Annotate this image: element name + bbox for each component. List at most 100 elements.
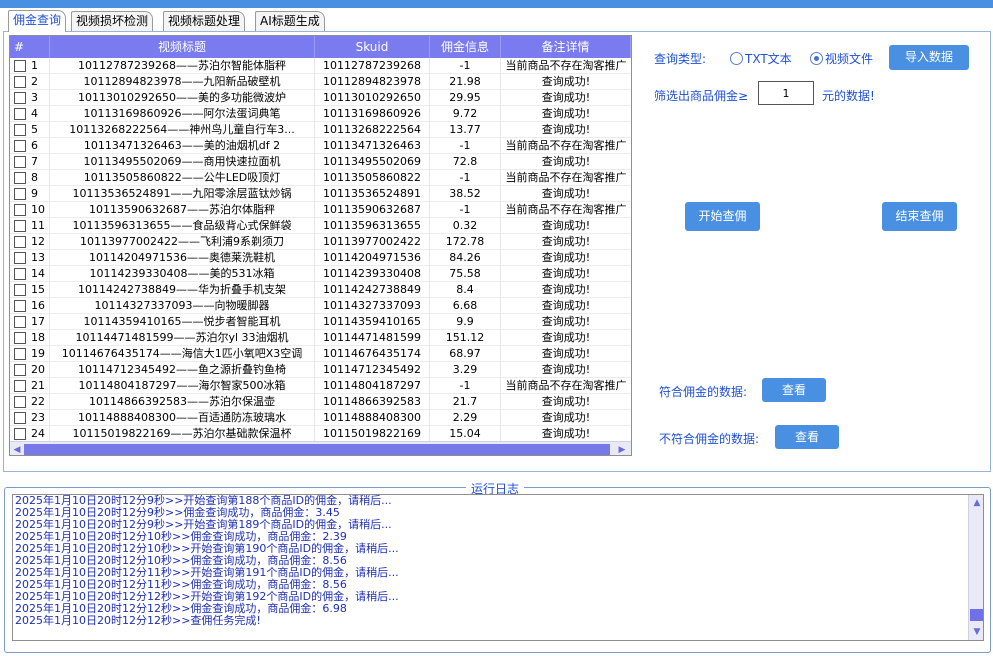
row-checkbox[interactable]	[14, 219, 26, 232]
row-checkbox[interactable]	[14, 59, 26, 72]
skuid-cell: 10114712345492	[315, 362, 430, 378]
table-row[interactable]: 7 10113495502069——商用快速拉面机 10113495502069 72…	[10, 154, 631, 170]
table-row[interactable]: 24 10115019822169——苏泊尔基础款保温杯 1011501982216…	[10, 426, 631, 442]
hscroll-thumb[interactable]	[24, 444, 610, 455]
row-checkbox[interactable]	[14, 427, 26, 440]
scroll-up-icon[interactable]: ▲	[971, 497, 983, 509]
row-checkbox[interactable]	[14, 171, 26, 184]
skuid-cell: 10114866392583	[315, 394, 430, 410]
row-checkbox[interactable]	[14, 315, 26, 328]
video-title-cell: 10114204971536——奥德莱洗鞋机	[50, 250, 315, 266]
row-checkbox[interactable]	[14, 123, 26, 136]
start-query-button[interactable]: 开始查佣	[685, 202, 760, 231]
row-checkbox[interactable]	[14, 155, 26, 168]
log-line: 2025年1月10日20时12分12秒>>查佣任务完成!	[15, 614, 261, 627]
row-checkbox[interactable]	[14, 347, 26, 360]
radio-video-label: 视频文件	[825, 52, 874, 66]
tab-video-damage-check[interactable]: 视频损坏检测	[71, 11, 154, 32]
table-row[interactable]: 16 10114327337093——向物暖脚器 10114327337093 6.6…	[10, 298, 631, 314]
table-row[interactable]: 2 10112894823978——九阳新品破壁机 10112894823978 21…	[10, 74, 631, 90]
table-row[interactable]: 10 10113590632687——苏泊尔体脂秤 10113590632687 -1…	[10, 202, 631, 218]
row-checkbox[interactable]	[14, 91, 26, 104]
end-query-button[interactable]: 结束查佣	[882, 202, 957, 231]
table-row[interactable]: 12 10113977002422——飞利浦9系剃须刀 10113977002422…	[10, 234, 631, 250]
row-number: 2	[31, 74, 38, 88]
table-row[interactable]: 19 10114676435174——海信大1匹小氧吧X3空调 1011467643…	[10, 346, 631, 362]
table-row[interactable]: 13 10114204971536——奥德莱洗鞋机 10114204971536 84…	[10, 250, 631, 266]
header-skuid[interactable]: Skuid	[315, 36, 430, 58]
note-cell: 当前商品不存在淘客推广	[501, 58, 631, 74]
row-number: 5	[31, 122, 38, 136]
row-number: 16	[31, 298, 45, 312]
scroll-right-icon[interactable]: ▶	[616, 444, 628, 455]
radio-txt[interactable]: TXT文本	[730, 50, 792, 67]
table-row[interactable]: 18 10114471481599——苏泊尔yl 33油烟机 10114471481…	[10, 330, 631, 346]
row-checkbox[interactable]	[14, 331, 26, 344]
table-row[interactable]: 9 10113536524891——九阳零涂层蓝钛炒锅 10113536524891…	[10, 186, 631, 202]
row-checkbox[interactable]	[14, 411, 26, 424]
row-checkbox[interactable]	[14, 251, 26, 264]
header-video-title[interactable]: 视频标题	[50, 36, 315, 58]
row-checkbox[interactable]	[14, 379, 26, 392]
scroll-left-icon[interactable]: ◀	[11, 444, 23, 455]
view-matched-button[interactable]: 查看	[762, 378, 826, 402]
row-number: 24	[31, 426, 45, 440]
skuid-cell: 10115019822169	[315, 426, 430, 442]
row-checkbox[interactable]	[14, 139, 26, 152]
tab-ai-title-generate[interactable]: AI标题生成	[255, 11, 325, 32]
row-checkbox[interactable]	[14, 395, 26, 408]
table-row[interactable]: 3 10113010292650——美的多功能微波炉 10113010292650 2…	[10, 90, 631, 106]
run-log-textbox[interactable]: 2025年1月10日20时12分9秒>>开始查询第188个商品ID的佣金，请稍后…	[12, 494, 984, 641]
commission-cell: 9.9	[430, 314, 501, 330]
table-row[interactable]: 17 10114359410165——悦步者智能耳机 10114359410165 9…	[10, 314, 631, 330]
note-cell: 查询成功!	[501, 426, 631, 442]
table-row[interactable]: 15 10114242738849——华为折叠手机支架 10114242738849…	[10, 282, 631, 298]
row-checkbox[interactable]	[14, 299, 26, 312]
row-checkbox[interactable]	[14, 75, 26, 88]
import-data-button[interactable]: 导入数据	[889, 45, 969, 70]
table-row[interactable]: 23 10114888408300——百适通防冻玻璃水 10114888408300…	[10, 410, 631, 426]
table-row[interactable]: 1 10112787239268——苏泊尔智能体脂秤 10112787239268-…	[10, 58, 631, 74]
row-checkbox[interactable]	[14, 363, 26, 376]
tab-video-title-process[interactable]: 视频标题处理	[163, 11, 246, 32]
commission-threshold-input[interactable]	[758, 81, 814, 105]
table-row[interactable]: 6 10113471326463——美的油烟机df 2 10113471326463…	[10, 138, 631, 154]
row-index-cell: 1	[10, 58, 50, 74]
row-checkbox[interactable]	[14, 187, 26, 200]
row-checkbox[interactable]	[14, 235, 26, 248]
table-row[interactable]: 8 10113505860822——公牛LED吸顶灯 10113505860822-…	[10, 170, 631, 186]
view-unmatched-button[interactable]: 查看	[775, 425, 839, 449]
radio-video[interactable]: 视频文件	[810, 50, 873, 67]
table-row[interactable]: 5 10113268222564——神州鸟儿童自行车3... 10113268222…	[10, 122, 631, 138]
table-row[interactable]: 21 10114804187297——海尔智家500冰箱 1011480418729…	[10, 378, 631, 394]
commission-cell: -1	[430, 58, 501, 74]
header-commission[interactable]: 佣金信息	[430, 36, 501, 58]
note-cell: 当前商品不存在淘客推广	[501, 170, 631, 186]
log-scroll-thumb[interactable]	[970, 609, 983, 621]
table-vertical-scrollbar[interactable]: ▲ ▼	[631, 36, 632, 456]
log-vertical-scrollbar[interactable]: ▲ ▼	[968, 495, 983, 640]
note-cell: 查询成功!	[501, 330, 631, 346]
table-row[interactable]: 20 10114712345492——鱼之源折叠钓鱼椅 10114712345492…	[10, 362, 631, 378]
commission-cell: -1	[430, 202, 501, 218]
header-note[interactable]: 备注详情	[501, 36, 631, 58]
scroll-down-icon[interactable]: ▼	[971, 626, 983, 638]
row-checkbox[interactable]	[14, 107, 26, 120]
row-index-cell: 17	[10, 314, 50, 330]
table-row[interactable]: 22 10114866392583——苏泊尔保温壶 10114866392583 21…	[10, 394, 631, 410]
note-cell: 查询成功!	[501, 122, 631, 138]
filter-suffix-label: 元的数据!	[822, 89, 875, 103]
table-row[interactable]: 11 10113596313655——食品级背心式保鲜袋 1011359631365…	[10, 218, 631, 234]
skuid-cell: 10114676435174	[315, 346, 430, 362]
tab-commission-query[interactable]: 佣金查询	[8, 10, 67, 32]
table-row[interactable]: 14 10114239330408——美的531冰箱 10114239330408 7…	[10, 266, 631, 282]
row-checkbox[interactable]	[14, 267, 26, 280]
row-checkbox[interactable]	[14, 203, 26, 216]
commission-cell: 38.52	[430, 186, 501, 202]
note-cell: 查询成功!	[501, 282, 631, 298]
filter-prefix-label: 筛选出商品佣金≥	[654, 89, 749, 103]
header-index[interactable]: #	[10, 36, 50, 58]
table-horizontal-scrollbar[interactable]: ◀ ▶	[10, 441, 631, 455]
row-checkbox[interactable]	[14, 283, 26, 296]
table-row[interactable]: 4 10113169860926——阿尔法蛋词典笔 10113169860926 9.…	[10, 106, 631, 122]
